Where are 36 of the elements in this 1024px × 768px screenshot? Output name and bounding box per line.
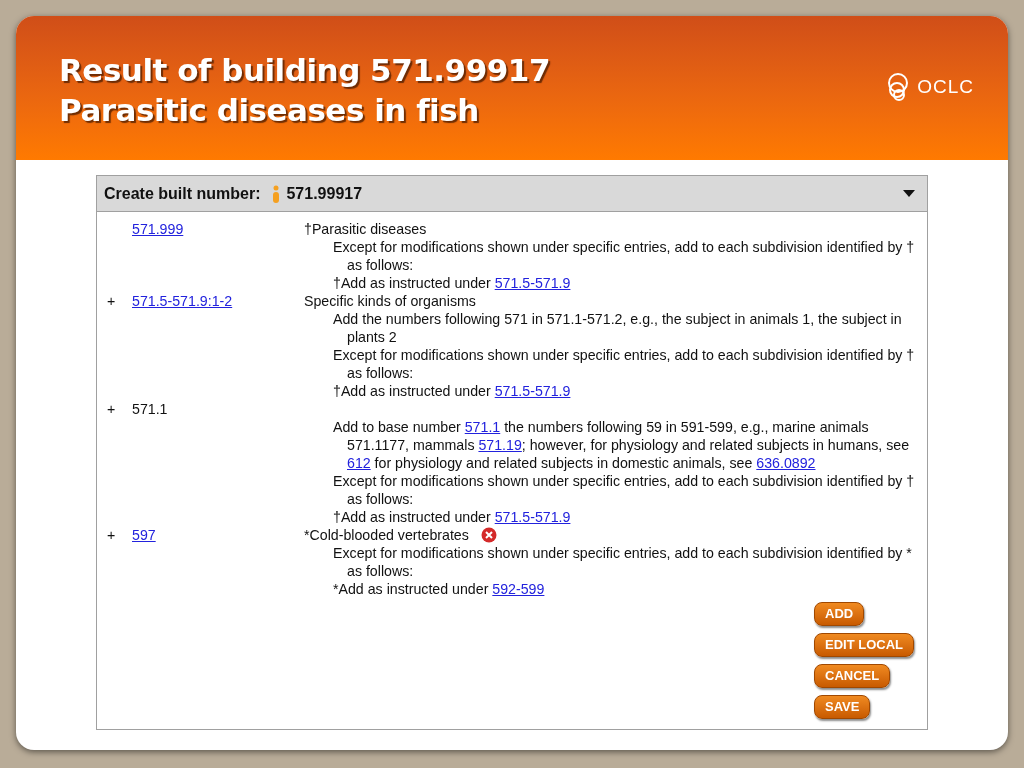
entry-heading: Specific kinds of organisms (304, 292, 476, 310)
note-text: Except for modifications shown under specific entries, add to each subdivision identified by † as follows: (332, 472, 916, 508)
panel-label: Create built number: (104, 183, 261, 204)
person-icon (272, 184, 281, 203)
reference-link[interactable]: 571.1 (464, 419, 501, 435)
class-number-link[interactable]: 571.999 (132, 221, 184, 237)
note-text: Except for modifications shown under specific entries, add to each subdivision identified by † as follows: (332, 238, 916, 274)
entry-heading: †Parasitic diseases (304, 220, 427, 238)
expand-toggle[interactable]: + (107, 401, 116, 417)
note-text: †Add as instructed under 571.5-571.9 (332, 508, 572, 526)
note-text: Except for modifications shown under specific entries, add to each subdivision identified by * as follows: (332, 544, 913, 580)
reference-link[interactable]: 571.5-571.9 (494, 383, 571, 399)
reference-link[interactable]: 612 (347, 455, 371, 471)
reference-link[interactable]: 571.5-571.9 (494, 275, 571, 291)
note-text: †Add as instructed under 571.5-571.9 (332, 274, 572, 292)
entry-heading: *Cold-blooded vertebrates (304, 526, 469, 544)
slide-title: Result of building 571.99917 (59, 51, 550, 90)
class-number-link[interactable]: 571.5-571.9:1-2 (132, 293, 233, 309)
reference-link[interactable]: 571.5-571.9 (494, 509, 571, 525)
note-text: †Add as instructed under 571.5-571.9 (332, 382, 572, 400)
note-text: *Add as instructed under 592-599 (332, 580, 546, 598)
reference-link[interactable]: 636.0892 (756, 455, 816, 471)
dropdown-caret-icon[interactable] (903, 190, 915, 197)
expand-toggle[interactable]: + (107, 527, 116, 543)
reference-link[interactable]: 592-599 (492, 581, 545, 597)
expand-toggle[interactable]: + (107, 293, 116, 309)
note-text: Add the numbers following 571 in 571.1-571.2, e.g., the subject in animals 1, the subject in plants 2 (332, 310, 903, 346)
reference-link[interactable]: 571.19 (478, 437, 522, 453)
note-text: Except for modifications shown under specific entries, add to each subdivision identified by † as follows: (332, 346, 916, 382)
class-number-link[interactable]: 597 (132, 527, 156, 543)
remove-icon[interactable] (480, 527, 497, 543)
built-number: 571.99917 (286, 183, 363, 204)
slide-title: Parasitic diseases in fish (59, 91, 480, 130)
logo-text: OCLC (917, 74, 974, 99)
class-number: 571.1 (132, 401, 168, 417)
note-text: Add to base number 571.1 the numbers following 59 in 591-599, e.g., marine animals 571.1177, mammals 571.19; however, for physiology and related subjects in humans, see 612 for physiology and related subjects in domestic animals, see 636.0892 (332, 418, 911, 472)
